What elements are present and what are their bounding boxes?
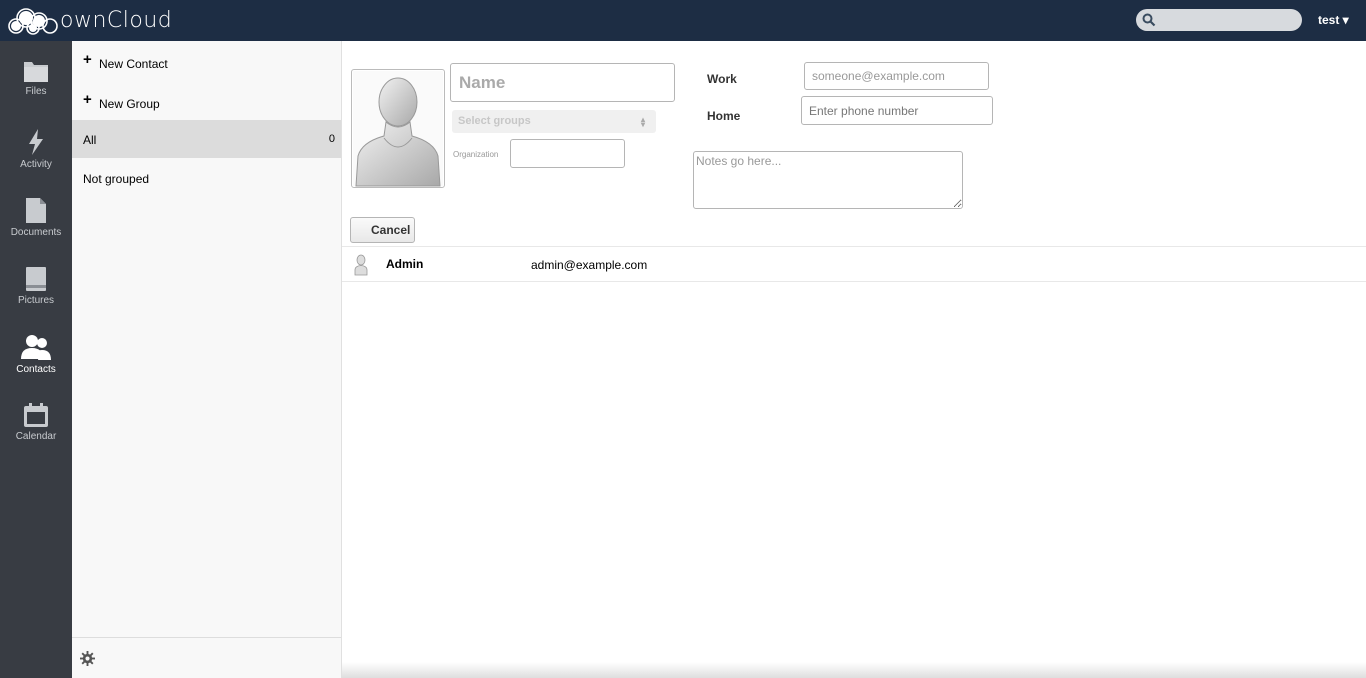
person-silhouette-icon — [355, 77, 441, 187]
contact-email: admin@example.com — [531, 258, 648, 272]
document-icon — [26, 198, 46, 223]
contact-row[interactable]: Admin admin@example.com — [342, 246, 1366, 282]
new-contact-label: New Contact — [99, 57, 168, 71]
plus-icon: + — [83, 51, 92, 68]
logo-wordmark: ownCloud — [60, 7, 173, 33]
owncloud-logo[interactable]: ownCloud — [6, 5, 172, 35]
new-group-button[interactable]: + New Group — [72, 83, 341, 121]
group-all[interactable]: All 0 — [72, 120, 341, 158]
cancel-button[interactable]: Cancel — [350, 217, 415, 243]
contacts-sidebar: + New Contact + New Group All 0 Not grou… — [72, 41, 342, 678]
person-icon — [354, 254, 368, 276]
plus-icon: + — [83, 91, 92, 108]
folder-icon — [24, 62, 48, 82]
nav-files-label: Files — [25, 86, 47, 97]
group-not-grouped[interactable]: Not grouped — [72, 159, 341, 197]
nav-documents[interactable]: Documents — [0, 197, 72, 265]
phone-field[interactable] — [801, 96, 993, 125]
new-group-label: New Group — [99, 97, 160, 111]
app-navigation: Files Activity Documents Pictures Contac… — [0, 41, 72, 678]
contacts-icon — [21, 335, 51, 360]
cloud-logo-icon — [8, 8, 58, 35]
nav-activity[interactable]: Activity — [0, 128, 72, 196]
header-bar: ownCloud test ▾ — [0, 0, 1366, 41]
nav-contacts-label: Contacts — [16, 364, 56, 375]
nav-activity-label: Activity — [20, 159, 52, 170]
nav-documents-label: Documents — [10, 227, 62, 238]
group-not-grouped-label: Not grouped — [83, 172, 150, 186]
settings-bar — [72, 637, 341, 678]
email-type-select[interactable]: Work — [707, 72, 737, 86]
groups-select-placeholder: Select groups — [458, 115, 531, 127]
group-all-label: All — [83, 133, 97, 147]
nav-files[interactable]: Files — [0, 59, 72, 127]
organization-label: Organization — [453, 150, 499, 159]
nav-calendar-label: Calendar — [15, 431, 57, 442]
notes-field[interactable] — [693, 151, 963, 209]
contact-avatar[interactable] — [351, 69, 445, 188]
bottom-shadow — [342, 662, 1366, 678]
contact-name: Admin — [386, 257, 424, 271]
new-contact-button[interactable]: + New Contact — [72, 43, 341, 81]
gear-icon[interactable] — [80, 651, 95, 666]
nav-calendar[interactable]: Calendar — [0, 402, 72, 470]
phone-type-select[interactable]: Home — [707, 109, 740, 123]
nav-contacts[interactable]: Contacts — [0, 333, 72, 401]
lightning-icon — [29, 129, 43, 155]
search-icon — [1142, 13, 1156, 27]
name-field[interactable] — [450, 63, 675, 102]
email-field[interactable] — [804, 62, 989, 90]
updown-arrow-icon: ▴ ▾ — [640, 115, 645, 129]
user-menu[interactable]: test ▾ — [1318, 13, 1349, 27]
group-all-count: 0 — [328, 133, 335, 145]
organization-field[interactable] — [510, 139, 625, 168]
groups-select[interactable]: Select groups ▴ ▾ — [452, 110, 656, 133]
nav-pictures-label: Pictures — [17, 295, 55, 306]
calendar-icon — [24, 403, 48, 427]
search-input[interactable] — [1136, 9, 1302, 31]
picture-icon — [26, 267, 46, 291]
nav-pictures[interactable]: Pictures — [0, 266, 72, 334]
